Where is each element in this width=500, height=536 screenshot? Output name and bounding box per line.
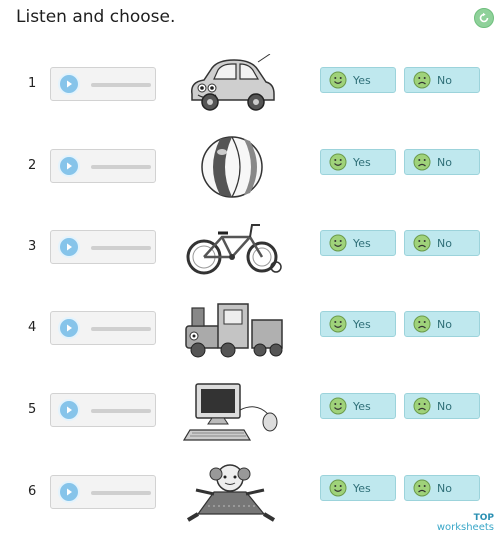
smiley-face-icon bbox=[329, 315, 347, 333]
no-label: No bbox=[437, 236, 452, 250]
car-picture bbox=[191, 54, 275, 111]
no-button[interactable]: No bbox=[404, 67, 480, 93]
computer-picture bbox=[182, 383, 278, 441]
sad-face-icon bbox=[413, 71, 431, 89]
question-number: 5 bbox=[28, 402, 37, 417]
audio-player bbox=[50, 230, 156, 264]
play-icon bbox=[67, 324, 72, 332]
yes-button[interactable]: Yes bbox=[320, 475, 396, 501]
no-label: No bbox=[437, 155, 452, 169]
no-button[interactable]: No bbox=[404, 149, 480, 175]
play-icon bbox=[67, 80, 72, 88]
question-row-2: 2 Yes No bbox=[0, 136, 500, 198]
question-number: 6 bbox=[28, 484, 37, 499]
question-row-4: 4 Yes No bbox=[0, 298, 500, 360]
play-button[interactable] bbox=[58, 481, 80, 503]
question-row-6: 6 Yes No bbox=[0, 462, 500, 524]
smiley-face-icon bbox=[329, 234, 347, 252]
no-label: No bbox=[437, 399, 452, 413]
question-row-3: 3 Yes No bbox=[0, 217, 500, 279]
sad-face-icon bbox=[413, 153, 431, 171]
page-title: Listen and choose. bbox=[16, 7, 176, 27]
play-icon bbox=[67, 406, 72, 414]
question-number: 3 bbox=[28, 239, 37, 254]
topworksheets-logo[interactable]: TOP worksheets bbox=[436, 513, 494, 533]
doll-picture bbox=[186, 464, 276, 522]
yes-label: Yes bbox=[353, 236, 371, 250]
no-button[interactable]: No bbox=[404, 475, 480, 501]
yes-label: Yes bbox=[353, 317, 371, 331]
question-number: 4 bbox=[28, 320, 37, 335]
play-icon bbox=[67, 488, 72, 496]
toy-train-picture bbox=[185, 303, 283, 358]
audio-progress-track[interactable] bbox=[91, 327, 151, 331]
audio-player bbox=[50, 393, 156, 427]
play-button[interactable] bbox=[58, 317, 80, 339]
sad-face-icon bbox=[413, 234, 431, 252]
smiley-face-icon bbox=[329, 153, 347, 171]
yes-label: Yes bbox=[353, 481, 371, 495]
yes-label: Yes bbox=[353, 399, 371, 413]
no-button[interactable]: No bbox=[404, 393, 480, 419]
reset-button[interactable] bbox=[474, 8, 494, 28]
play-icon bbox=[67, 243, 72, 251]
question-row-5: 5 Yes No bbox=[0, 380, 500, 442]
yes-button[interactable]: Yes bbox=[320, 67, 396, 93]
reset-icon bbox=[479, 12, 489, 23]
smiley-face-icon bbox=[329, 71, 347, 89]
yes-button[interactable]: Yes bbox=[320, 149, 396, 175]
sad-face-icon bbox=[413, 315, 431, 333]
beach-ball-picture bbox=[201, 136, 263, 198]
yes-button[interactable]: Yes bbox=[320, 393, 396, 419]
audio-progress-track[interactable] bbox=[91, 165, 151, 169]
question-number: 1 bbox=[28, 76, 37, 91]
play-button[interactable] bbox=[58, 73, 80, 95]
no-button[interactable]: No bbox=[404, 311, 480, 337]
audio-player bbox=[50, 311, 156, 345]
yes-button[interactable]: Yes bbox=[320, 311, 396, 337]
play-button[interactable] bbox=[58, 399, 80, 421]
play-button[interactable] bbox=[58, 236, 80, 258]
sad-face-icon bbox=[413, 397, 431, 415]
no-button[interactable]: No bbox=[404, 230, 480, 256]
yes-label: Yes bbox=[353, 155, 371, 169]
audio-progress-track[interactable] bbox=[91, 491, 151, 495]
sad-face-icon bbox=[413, 479, 431, 497]
audio-player bbox=[50, 149, 156, 183]
audio-progress-track[interactable] bbox=[91, 409, 151, 413]
audio-progress-track[interactable] bbox=[91, 83, 151, 87]
audio-player bbox=[50, 67, 156, 101]
no-label: No bbox=[437, 73, 452, 87]
no-label: No bbox=[437, 481, 452, 495]
play-button[interactable] bbox=[58, 155, 80, 177]
question-number: 2 bbox=[28, 158, 37, 173]
bicycle-picture bbox=[186, 224, 282, 275]
audio-player bbox=[50, 475, 156, 509]
smiley-face-icon bbox=[329, 397, 347, 415]
yes-label: Yes bbox=[353, 73, 371, 87]
question-row-1: 1 Yes No bbox=[0, 54, 500, 116]
play-icon bbox=[67, 162, 72, 170]
no-label: No bbox=[437, 317, 452, 331]
logo-bottom-text: worksheets bbox=[436, 522, 494, 533]
yes-button[interactable]: Yes bbox=[320, 230, 396, 256]
smiley-face-icon bbox=[329, 479, 347, 497]
audio-progress-track[interactable] bbox=[91, 246, 151, 250]
